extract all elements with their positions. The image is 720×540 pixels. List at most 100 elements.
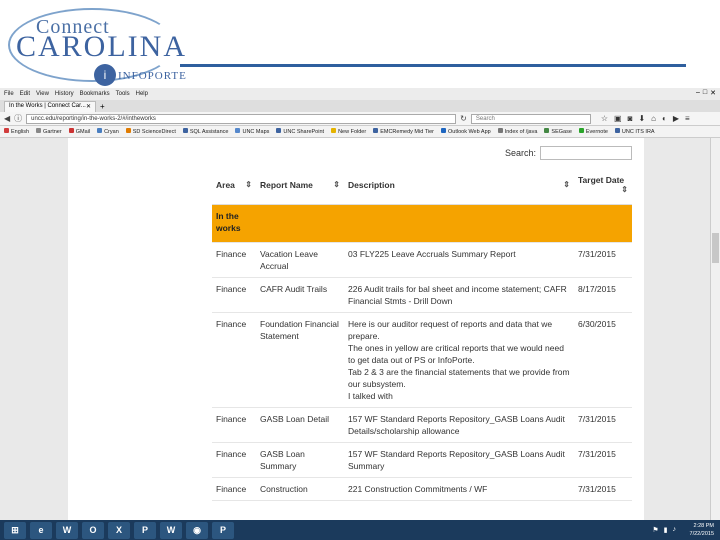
cell-desc: 03 FLY225 Leave Accruals Summary Report — [344, 242, 574, 278]
group-label: In the works — [212, 204, 256, 243]
back-icon[interactable]: ◀ — [4, 114, 10, 123]
header-report-name[interactable]: Report Name ⇕ — [256, 166, 344, 205]
bookmark-item[interactable]: Cryan — [97, 128, 119, 135]
volume-icon[interactable]: ♪ — [673, 526, 677, 534]
bookmark-item[interactable]: New Folder — [331, 128, 366, 135]
url-field[interactable]: uncc.edu/reporting/in-the-works-2/#/inth… — [26, 113, 457, 124]
tab-close-icon[interactable]: ✕ — [86, 103, 91, 111]
bookmark-item[interactable]: UNC Maps — [235, 128, 269, 135]
clock-date: 7/22/2015 — [689, 531, 714, 537]
clipboard-icon[interactable]: ▣ — [614, 114, 622, 123]
clock-time: 2:28 PM — [693, 523, 714, 529]
taskbar-app-icon[interactable]: P — [134, 521, 156, 539]
bookmark-item[interactable]: Gartner — [36, 128, 62, 135]
system-tray-icons: ⚑ ▮ ♪ — [652, 526, 676, 534]
bookmark-item[interactable]: UNC SharePoint — [276, 128, 324, 135]
bookmark-item[interactable]: SQL Assistance — [182, 128, 228, 135]
tab-in-the-works[interactable]: In the Works | Connect Car... ✕ — [4, 101, 96, 112]
vertical-scrollbar[interactable] — [710, 138, 720, 520]
taskbar-app-icon[interactable]: P — [212, 521, 234, 539]
network-icon[interactable]: ▮ — [664, 526, 668, 534]
menu-item-help[interactable]: Help — [136, 91, 148, 97]
taskbar-app-icon[interactable]: e — [30, 521, 52, 539]
header-description[interactable]: Description ⇕ — [344, 166, 574, 205]
taskbar-app-icon[interactable]: ◉ — [186, 521, 208, 539]
bookmark-icon — [68, 128, 74, 133]
header-rule — [180, 64, 686, 67]
bookmark-item[interactable]: Evernote — [578, 128, 608, 135]
cell-area: Finance — [212, 312, 256, 408]
cell-desc: 157 WF Standard Reports Repository_GASB … — [344, 407, 574, 443]
clock[interactable]: 2:28 PM 7/22/2015 — [690, 522, 714, 538]
cell-area: Finance — [212, 242, 256, 278]
bookmark-item[interactable]: SEGase — [544, 128, 572, 135]
bookmark-item[interactable]: UNC ITS IRA — [614, 128, 655, 135]
logo-carolina-text: CAROLINA — [16, 30, 187, 63]
menu-icon[interactable]: ≡ — [685, 114, 690, 123]
cell-date: 7/31/2015 — [574, 407, 632, 443]
menu-item-history[interactable]: History — [55, 91, 74, 97]
sort-icon[interactable]: ⇕ — [333, 180, 340, 189]
close-icon[interactable]: ✕ — [710, 89, 716, 97]
table-row[interactable]: Finance Construction 221 Construction Comm… — [212, 477, 632, 501]
chat-icon[interactable]: ◐ — [662, 114, 667, 123]
bookmark-item[interactable]: Outlook Web App — [440, 128, 491, 135]
download-icon[interactable]: ⬇ — [638, 114, 645, 123]
taskbar-app-icon[interactable]: X — [108, 521, 130, 539]
table-row[interactable]: Finance CAFR Audit Trails 226 Audit trails… — [212, 277, 632, 313]
table-search: Search: — [505, 146, 632, 160]
bookmark-label: New Folder — [338, 129, 367, 135]
maximize-icon[interactable]: □ — [703, 89, 707, 97]
menu-item-bookmarks[interactable]: Bookmarks — [80, 91, 110, 97]
cell-date: 7/31/2015 — [574, 242, 632, 278]
table-body: In the works Finance Vacation Leave Accru… — [212, 204, 632, 501]
connect-carolina-logo: Connect CAROLINA i INFOPORTE — [8, 8, 186, 88]
page-viewport: Search: Area ⇕ Report Name ⇕ Description ⇕ … — [0, 138, 720, 520]
star-icon[interactable]: ☆ — [601, 114, 608, 123]
pocket-icon[interactable]: ◙ — [628, 114, 633, 123]
table-row[interactable]: Finance GASB Loan Detail 157 WF Standard R… — [212, 407, 632, 443]
cell-area: Finance — [212, 442, 256, 478]
bookmark-icon — [578, 128, 584, 133]
bookmark-item[interactable]: Index of /java — [497, 128, 537, 135]
bookmark-label: Gartner — [43, 129, 62, 135]
new-tab-icon[interactable]: + — [100, 102, 105, 112]
info-icon[interactable]: ⓘ — [14, 113, 22, 124]
taskbar-app-icon[interactable]: W — [160, 521, 182, 539]
taskbar-app-icon[interactable]: W — [56, 521, 78, 539]
flag-icon[interactable]: ⚑ — [652, 526, 658, 534]
bookmark-label: UNC ITS IRA — [621, 129, 655, 135]
header-area[interactable]: Area ⇕ — [212, 166, 256, 205]
sort-icon[interactable]: ⇕ — [621, 185, 628, 194]
table-row[interactable]: Finance Vacation Leave Accrual 03 FLY225 L… — [212, 242, 632, 278]
bookmark-label: Outlook Web App — [447, 129, 491, 135]
search-input[interactable]: Search — [470, 113, 591, 124]
bookmark-icon — [182, 128, 188, 133]
bookmark-item[interactable]: GMail — [68, 128, 90, 135]
table-row[interactable]: Finance Foundation Financial Statement Her… — [212, 312, 632, 408]
bookmark-label: SD ScienceDirect — [132, 129, 176, 135]
addon-icon[interactable]: ▶ — [673, 114, 679, 123]
bookmark-label: UNC Maps — [242, 129, 270, 135]
menu-item-view[interactable]: View — [36, 91, 49, 97]
home-icon[interactable]: ⌂ — [651, 114, 656, 123]
bookmark-item[interactable]: EMCRemedy Mid Tier — [373, 128, 434, 135]
scrollbar-thumb[interactable] — [712, 233, 719, 263]
minimize-icon[interactable]: – — [696, 89, 700, 97]
table-row[interactable]: Finance GASB Loan Summary 157 WF Standard … — [212, 442, 632, 478]
bookmark-item[interactable]: English — [4, 128, 29, 135]
reload-icon[interactable]: ↻ — [460, 114, 467, 123]
sort-icon[interactable]: ⇕ — [245, 180, 252, 189]
taskbar-app-icon[interactable]: O — [82, 521, 104, 539]
header-target-date[interactable]: Target Date ⇕ — [574, 166, 632, 205]
table-search-input[interactable] — [540, 146, 632, 160]
start-button[interactable]: ⊞ — [4, 521, 26, 539]
browser-window: File Edit View History Bookmarks Tools Help – … — [0, 88, 720, 520]
menu-item-tools[interactable]: Tools — [116, 91, 130, 97]
menu-item-file[interactable]: File — [4, 91, 14, 97]
bookmark-icon — [373, 128, 379, 133]
bookmark-item[interactable]: SD ScienceDirect — [125, 128, 176, 135]
menu-item-edit[interactable]: Edit — [20, 91, 30, 97]
menu-bar: File Edit View History Bookmarks Tools Help — [0, 88, 720, 100]
sort-icon[interactable]: ⇕ — [563, 180, 570, 189]
